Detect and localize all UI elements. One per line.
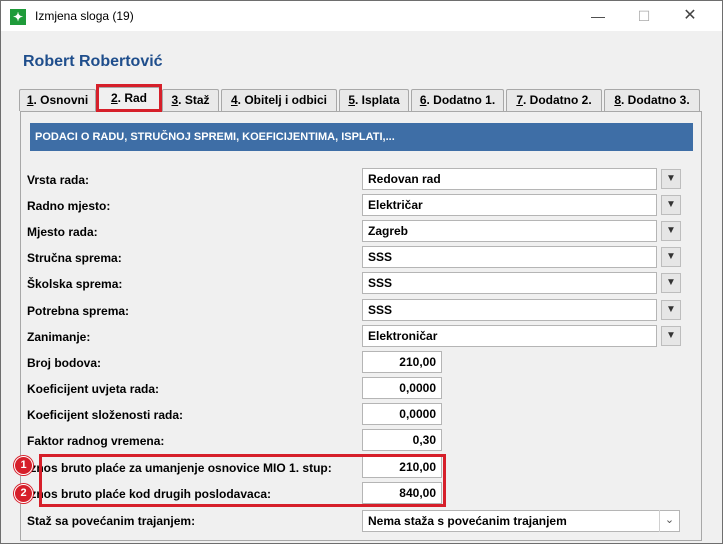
label-potrebna-sprema: Potrebna sprema: bbox=[27, 304, 130, 318]
tab-dodatno-3[interactable]: 8. Dodatno 3. bbox=[604, 89, 700, 111]
label-broj-bodova: Broj bodova: bbox=[27, 356, 101, 370]
staz-povecano-trajanje-select[interactable]: Nema staža s povećanim trajanjem bbox=[362, 510, 680, 532]
label-radno-mjesto: Radno mjesto: bbox=[27, 199, 111, 213]
vrsta-rada-field[interactable]: Redovan rad bbox=[362, 168, 657, 190]
close-button[interactable]: ✕ bbox=[667, 5, 713, 27]
mjesto-rada-field[interactable]: Zagreb bbox=[362, 220, 657, 242]
label-vrsta-rada: Vrsta rada: bbox=[27, 173, 90, 187]
radno-mjesto-field[interactable]: Električar bbox=[362, 194, 657, 216]
koeficijent-slozenosti-rada-input[interactable]: 0,0000 bbox=[362, 403, 442, 425]
tab-highlight-frame bbox=[96, 84, 162, 112]
arrow-down-icon[interactable]: ▼ bbox=[661, 273, 681, 293]
arrow-down-icon[interactable]: ▼ bbox=[661, 300, 681, 320]
arrow-down-icon[interactable]: ▼ bbox=[661, 326, 681, 346]
label-koeficijent-uvjeta-rada: Koeficijent uvjeta rada: bbox=[27, 382, 160, 396]
arrow-down-icon[interactable]: ▼ bbox=[661, 169, 681, 189]
staz-povecano-trajanje-value: Nema staža s povećanim trajanjem bbox=[368, 514, 567, 528]
tab-dodatno-2[interactable]: 7. Dodatno 2. bbox=[506, 89, 602, 111]
tab-osnovni[interactable]: 1. Osnovni bbox=[19, 89, 96, 111]
app-logo-icon: ✦ bbox=[10, 9, 26, 25]
callout-marker-2: 2 bbox=[14, 484, 33, 503]
maximize-button[interactable]: ☐ bbox=[621, 5, 667, 27]
dialog-window: ✦ Izmjena sloga (19) — ☐ ✕ Robert Robert… bbox=[0, 0, 723, 544]
strucna-sprema-field[interactable]: SSS bbox=[362, 246, 657, 268]
faktor-radnog-vremena-input[interactable]: 0,30 bbox=[362, 429, 442, 451]
tab-staz[interactable]: 3. Staž bbox=[162, 89, 219, 111]
arrow-down-icon[interactable]: ▼ bbox=[661, 195, 681, 215]
zanimanje-field[interactable]: Elektroničar bbox=[362, 325, 657, 347]
label-faktor-radnog-vremena: Faktor radnog vremena: bbox=[27, 434, 165, 448]
fields-highlight-frame bbox=[39, 454, 446, 507]
potrebna-sprema-field[interactable]: SSS bbox=[362, 299, 657, 321]
label-zanimanje: Zanimanje: bbox=[27, 330, 91, 344]
broj-bodova-input[interactable]: 210,00 bbox=[362, 351, 442, 373]
label-mjesto-rada: Mjesto rada: bbox=[27, 225, 98, 239]
callout-marker-1: 1 bbox=[14, 456, 33, 475]
label-skolska-sprema: Školska sprema: bbox=[27, 277, 123, 291]
chevron-down-icon[interactable]: ⌄ bbox=[659, 510, 679, 532]
label-koeficijent-slozenosti-rada: Koeficijent složenosti rada: bbox=[27, 408, 184, 422]
skolska-sprema-field[interactable]: SSS bbox=[362, 272, 657, 294]
window-title: Izmjena sloga (19) bbox=[35, 9, 134, 23]
title-bar: ✦ Izmjena sloga (19) — ☐ ✕ bbox=[1, 1, 722, 31]
arrow-down-icon[interactable]: ▼ bbox=[661, 247, 681, 267]
minimize-button[interactable]: — bbox=[575, 5, 621, 27]
tab-dodatno-1[interactable]: 6. Dodatno 1. bbox=[411, 89, 504, 111]
section-header: PODACI O RADU, STRUČNOJ SPREMI, KOEFICIJ… bbox=[30, 123, 693, 151]
label-staz-povecano-trajanje: Staž sa povećanim trajanjem: bbox=[27, 514, 196, 528]
tab-obitelj-i-odbici[interactable]: 4. Obitelj i odbici bbox=[221, 89, 337, 111]
koeficijent-uvjeta-rada-input[interactable]: 0,0000 bbox=[362, 377, 442, 399]
label-strucna-sprema: Stručna sprema: bbox=[27, 251, 122, 265]
arrow-down-icon[interactable]: ▼ bbox=[661, 221, 681, 241]
employee-name: Robert Robertović bbox=[23, 53, 163, 70]
tab-isplata[interactable]: 5. Isplata bbox=[339, 89, 409, 111]
